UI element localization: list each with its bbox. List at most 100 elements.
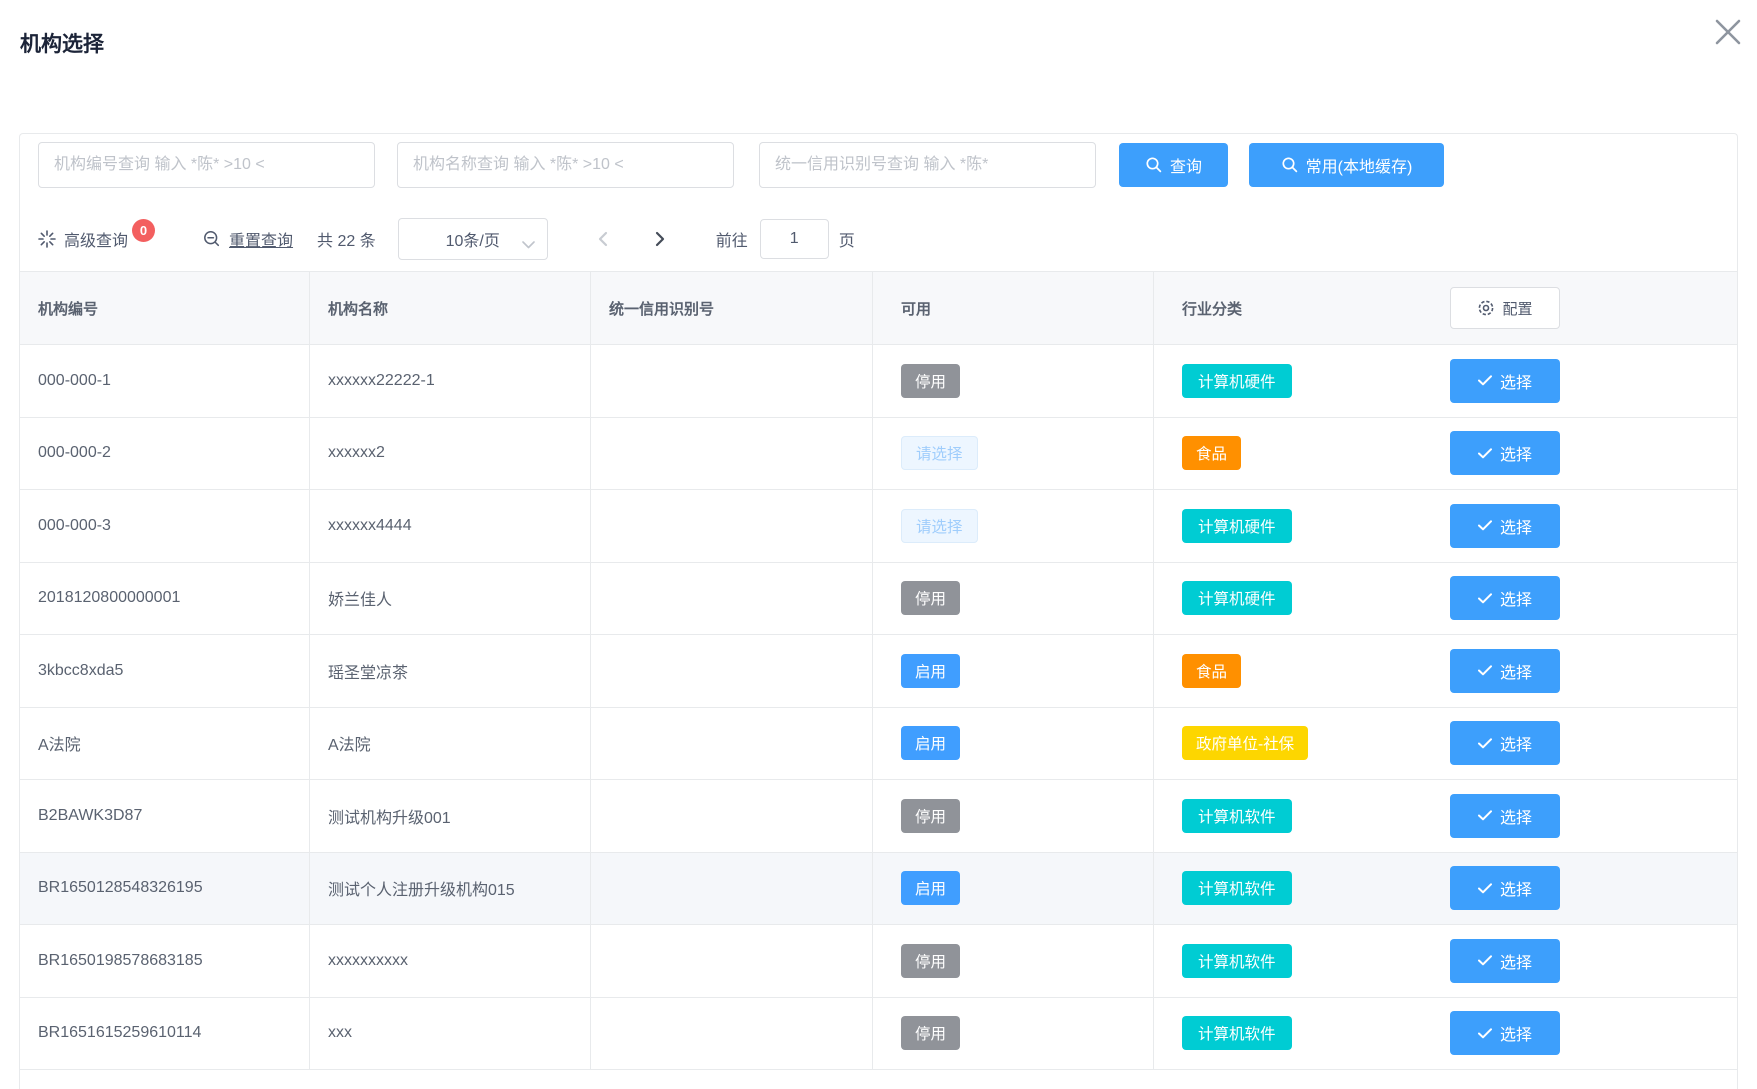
credit-code-cell — [591, 708, 873, 780]
frequent-cache-button-label: 常用(本地缓存) — [1306, 153, 1413, 177]
prev-page-button[interactable] — [586, 222, 620, 256]
check-icon — [1478, 883, 1492, 894]
header-available: 可用 — [873, 272, 1154, 344]
status-badge[interactable]: 启用 — [901, 871, 960, 905]
page-title: 机构选择 — [20, 28, 104, 58]
select-button-label: 选择 — [1500, 949, 1532, 973]
select-button-label: 选择 — [1500, 804, 1532, 828]
select-button[interactable]: 选择 — [1450, 794, 1560, 838]
status-badge[interactable]: 停用 — [901, 1016, 960, 1050]
query-button[interactable]: 查询 — [1119, 143, 1228, 187]
org-name-cell: 瑶圣堂凉茶 — [310, 635, 591, 707]
org-name-input[interactable] — [397, 142, 734, 188]
select-button[interactable]: 选择 — [1450, 359, 1560, 403]
select-button-label: 选择 — [1500, 1021, 1532, 1045]
check-icon — [1478, 665, 1492, 676]
select-button[interactable]: 选择 — [1450, 504, 1560, 548]
check-icon — [1478, 375, 1492, 386]
status-badge[interactable]: 停用 — [901, 944, 960, 978]
reset-query-label: 重置查询 — [229, 227, 293, 251]
content-panel: 查询 常用(本地缓存) 高级查询 0 — [19, 133, 1738, 1089]
advanced-query-label: 高级查询 — [64, 227, 128, 251]
status-badge[interactable]: 停用 — [901, 581, 960, 615]
goto-page-label: 前往 — [716, 227, 748, 251]
total-count-label: 共 22 条 — [317, 227, 376, 251]
industry-badge: 食品 — [1182, 436, 1241, 470]
org-code-cell: 000-000-2 — [20, 418, 310, 490]
select-button-label: 选择 — [1500, 369, 1532, 393]
select-button[interactable]: 选择 — [1450, 649, 1560, 693]
industry-badge: 计算机软件 — [1182, 799, 1292, 833]
page-size-select[interactable]: 10条/页 — [398, 218, 548, 260]
select-button-label: 选择 — [1500, 659, 1532, 683]
org-code-cell: 000-000-3 — [20, 490, 310, 562]
status-badge[interactable]: 启用 — [901, 654, 960, 688]
select-button[interactable]: 选择 — [1450, 431, 1560, 475]
table-row: 000-000-3 xxxxxx4444 请选择 计算机硬件 选择 — [20, 490, 1737, 563]
advanced-query-button[interactable]: 高级查询 0 — [38, 227, 155, 251]
status-badge[interactable]: 请选择 — [901, 436, 978, 470]
query-button-label: 查询 — [1170, 153, 1202, 177]
org-name-cell: xxxxxx2 — [310, 418, 591, 490]
check-icon — [1478, 810, 1492, 821]
header-credit-code: 统一信用识别号 — [591, 272, 873, 344]
gear-icon — [1477, 299, 1495, 317]
industry-badge: 计算机硬件 — [1182, 364, 1292, 398]
status-badge[interactable]: 请选择 — [901, 509, 978, 543]
config-button-label: 配置 — [1502, 298, 1532, 319]
credit-code-cell — [591, 853, 873, 925]
search-icon — [1281, 156, 1299, 174]
industry-badge: 计算机硬件 — [1182, 509, 1292, 543]
reset-query-button[interactable]: 重置查询 — [203, 227, 293, 251]
select-button[interactable]: 选择 — [1450, 866, 1560, 910]
goto-page-input[interactable] — [760, 219, 829, 259]
org-name-cell: xxxxxxxxxx — [310, 925, 591, 997]
credit-code-input[interactable] — [759, 142, 1096, 188]
check-icon — [1478, 593, 1492, 604]
frequent-cache-button[interactable]: 常用(本地缓存) — [1249, 143, 1444, 187]
header-org-name: 机构名称 — [310, 272, 591, 344]
status-badge[interactable]: 停用 — [901, 364, 960, 398]
table-row: BR1650128548326195 测试个人注册升级机构015 启用 计算机软… — [20, 853, 1737, 926]
header-industry: 行业分类 — [1154, 272, 1440, 344]
check-icon — [1478, 520, 1492, 531]
status-badge[interactable]: 启用 — [901, 726, 960, 760]
loading-icon — [38, 230, 56, 248]
select-button[interactable]: 选择 — [1450, 576, 1560, 620]
search-icon — [1145, 156, 1163, 174]
credit-code-cell — [591, 780, 873, 852]
page-size-value: 10条/页 — [446, 227, 500, 251]
status-badge[interactable]: 停用 — [901, 799, 960, 833]
industry-badge: 计算机硬件 — [1182, 581, 1292, 615]
table-row: 000-000-1 xxxxxx22222-1 停用 计算机硬件 选择 — [20, 345, 1737, 418]
next-page-button[interactable] — [644, 222, 678, 256]
org-code-cell: B2BAWK3D87 — [20, 780, 310, 852]
select-button[interactable]: 选择 — [1450, 721, 1560, 765]
select-button-label: 选择 — [1500, 731, 1532, 755]
table-header-row: 机构编号 机构名称 统一信用识别号 可用 行业分类 配置 — [20, 272, 1737, 345]
select-button-label: 选择 — [1500, 514, 1532, 538]
credit-code-cell — [591, 345, 873, 417]
table-row: 000-000-2 xxxxxx2 请选择 食品 选择 — [20, 418, 1737, 491]
select-button[interactable]: 选择 — [1450, 939, 1560, 983]
close-icon[interactable] — [1706, 10, 1750, 54]
org-code-input[interactable] — [38, 142, 375, 188]
org-code-cell: A法院 — [20, 708, 310, 780]
credit-code-cell — [591, 998, 873, 1070]
org-name-cell: 测试个人注册升级机构015 — [310, 853, 591, 925]
check-icon — [1478, 738, 1492, 749]
select-button-label: 选择 — [1500, 586, 1532, 610]
table-row: B2BAWK3D87 测试机构升级001 停用 计算机软件 选择 — [20, 780, 1737, 853]
table-row: BR1650198578683185 xxxxxxxxxx 停用 计算机软件 选… — [20, 925, 1737, 998]
chevron-down-icon — [522, 236, 535, 254]
table-row: 3kbcc8xda5 瑶圣堂凉茶 启用 食品 选择 — [20, 635, 1737, 708]
select-button[interactable]: 选择 — [1450, 1011, 1560, 1055]
config-button[interactable]: 配置 — [1450, 287, 1560, 329]
table-row: BR1651615259610114 xxx 停用 计算机软件 选择 — [20, 998, 1737, 1071]
check-icon — [1478, 1028, 1492, 1039]
zoom-out-icon — [203, 230, 221, 248]
page-unit-label: 页 — [839, 227, 855, 251]
org-name-cell: xxxxxx4444 — [310, 490, 591, 562]
search-row: 查询 常用(本地缓存) — [38, 142, 1444, 188]
header-org-code: 机构编号 — [20, 272, 310, 344]
